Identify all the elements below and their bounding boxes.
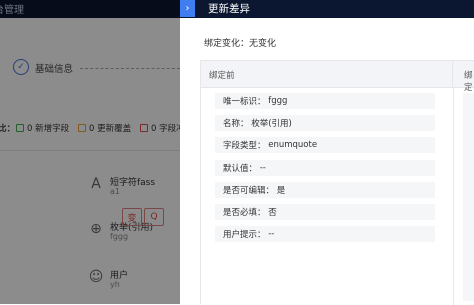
diff-drawer: 更新差异 绑定变化：无变化 绑定前 绑定后 唯一标识： fggg 名称： 枚举(…	[180, 0, 474, 305]
table-row: 是否必填： 否	[215, 204, 435, 220]
bind-change-row: 绑定变化：无变化	[204, 36, 276, 49]
bind-change-value: 无变化	[249, 39, 277, 49]
table-header: 绑定前 绑定后	[201, 61, 474, 105]
bind-change-label: 绑定变化：	[204, 39, 250, 49]
after-cell	[463, 93, 474, 301]
table-row: 字段类型： enumquote	[215, 137, 435, 153]
table-row: 是否可编辑： 是	[215, 182, 435, 198]
table-row: 默认值： --	[215, 160, 435, 176]
drawer-title: 更新差异	[208, 3, 250, 15]
column-before: 绑定前	[201, 61, 453, 87]
table-row: 用户提示： --	[215, 226, 435, 242]
collapse-drawer-icon[interactable]: ›	[180, 0, 195, 17]
table-row: 唯一标识： fggg	[215, 93, 435, 109]
diff-table: 绑定前 绑定后 唯一标识： fggg 名称： 枚举(引用) 字段类型： enum…	[200, 60, 474, 305]
table-row: 名称： 枚举(引用)	[215, 115, 435, 131]
column-divider	[453, 87, 454, 305]
drawer-header: 更新差异	[180, 0, 474, 18]
